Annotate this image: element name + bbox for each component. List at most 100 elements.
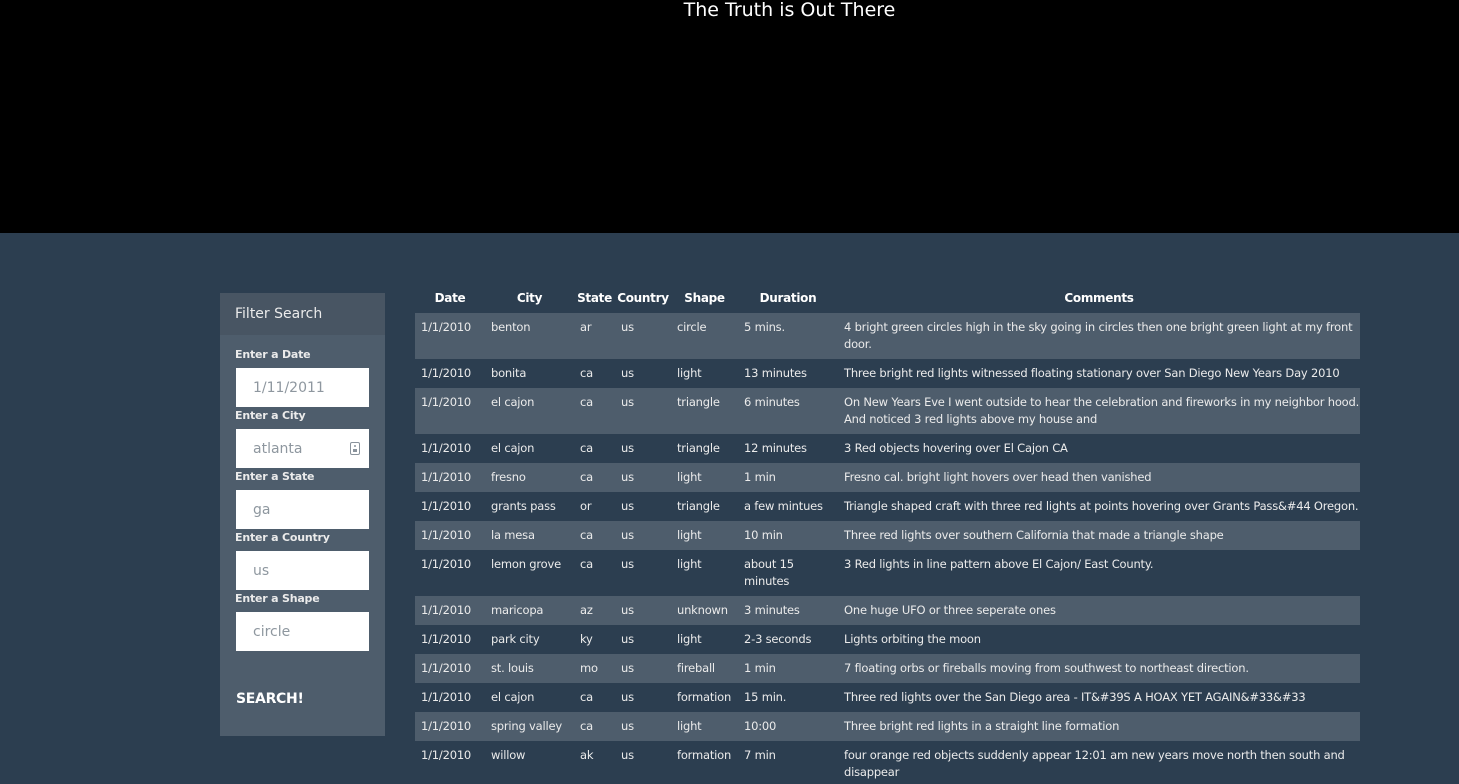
- cell-date: 1/1/2010: [421, 661, 472, 675]
- cell-state: or: [580, 499, 592, 513]
- table-row: 1/1/2010 grants pass or us triangle a few min…: [415, 492, 1360, 521]
- table-header-row: Date City State Country Shape Duration C…: [415, 283, 1360, 313]
- cell-date: 1/1/2010: [421, 528, 472, 542]
- state-input[interactable]: [236, 490, 369, 529]
- cell-country: us: [621, 661, 634, 675]
- cell-state: ca: [580, 441, 593, 455]
- cell-state: ca: [580, 557, 593, 571]
- table-row: 1/1/2010 lemon grove ca us light about 15 min…: [415, 550, 1360, 596]
- header-comments: Comments: [1064, 291, 1134, 305]
- cell-city: fresno: [491, 470, 526, 484]
- cell-state: ar: [580, 320, 592, 334]
- cell-shape: triangle: [677, 395, 720, 409]
- cell-comments: Three bright red lights witnessed floati…: [844, 366, 1340, 380]
- country-label: Enter a Country: [235, 531, 330, 544]
- cell-state: ak: [580, 748, 594, 762]
- cell-duration: 3 minutes: [744, 603, 800, 617]
- cell-duration: 6 minutes: [744, 395, 800, 409]
- cell-country: us: [621, 395, 634, 409]
- table-row: 1/1/2010 willow ak us formation 7 min four ora…: [415, 741, 1360, 784]
- header-state: State: [577, 291, 612, 305]
- table-row: 1/1/2010 el cajon ca us triangle 6 minutes On …: [415, 388, 1360, 434]
- header-duration: Duration: [759, 291, 817, 305]
- cell-duration: 1 min: [744, 470, 776, 484]
- cell-shape: formation: [677, 748, 732, 762]
- cell-state: ca: [580, 719, 593, 733]
- cell-city: el cajon: [491, 395, 535, 409]
- cell-date: 1/1/2010: [421, 748, 472, 762]
- cell-comments: On New Years Eve I went outside to hear …: [844, 395, 1360, 426]
- date-input[interactable]: [236, 368, 369, 407]
- cell-city: maricopa: [491, 603, 544, 617]
- cell-duration: 5 mins.: [744, 320, 785, 334]
- cell-shape: circle: [677, 320, 707, 334]
- cell-date: 1/1/2010: [421, 499, 472, 513]
- cell-comments: Three red lights over the San Diego area…: [844, 690, 1306, 704]
- table-row: 1/1/2010 bonita ca us light 13 minutes Three b…: [415, 359, 1360, 388]
- header-country: Country: [617, 291, 669, 305]
- country-input[interactable]: [236, 551, 369, 590]
- cell-country: us: [621, 603, 634, 617]
- shape-input[interactable]: [236, 612, 369, 651]
- table-row: 1/1/2010 maricopa az us unknown 3 minutes One …: [415, 596, 1360, 625]
- cell-city: park city: [491, 632, 540, 646]
- cell-duration: 2-3 seconds: [744, 632, 812, 646]
- cell-state: ca: [580, 366, 593, 380]
- state-label: Enter a State: [235, 470, 315, 483]
- cell-city: spring valley: [491, 719, 562, 733]
- table-row: 1/1/2010 spring valley ca us light 10:00 Three…: [415, 712, 1360, 741]
- cell-country: us: [621, 499, 634, 513]
- header-shape: Shape: [684, 291, 725, 305]
- cell-duration: 1 min: [744, 661, 776, 675]
- cell-state: ca: [580, 470, 593, 484]
- cell-date: 1/1/2010: [421, 470, 472, 484]
- cell-city: st. louis: [491, 661, 534, 675]
- cell-country: us: [621, 320, 634, 334]
- cell-city: el cajon: [491, 690, 535, 704]
- cell-shape: light: [677, 557, 702, 571]
- table-row: 1/1/2010 fresno ca us light 1 min Fresno cal. …: [415, 463, 1360, 492]
- cell-state: ca: [580, 528, 593, 542]
- table-row: 1/1/2010 benton ar us circle 5 mins. 4 bright …: [415, 313, 1360, 359]
- header-city: City: [516, 291, 543, 305]
- cell-country: us: [621, 748, 634, 762]
- table-body: 1/1/2010 benton ar us circle 5 mins. 4 bright …: [415, 313, 1360, 784]
- table-row: 1/1/2010 la mesa ca us light 10 min Three red …: [415, 521, 1360, 550]
- cell-city: el cajon: [491, 441, 535, 455]
- cell-duration: 12 minutes: [744, 441, 807, 455]
- cell-comments: Three bright red lights in a straight li…: [844, 719, 1120, 733]
- date-label: Enter a Date: [235, 348, 311, 361]
- cell-state: az: [580, 603, 593, 617]
- cell-country: us: [621, 690, 634, 704]
- cell-country: us: [621, 719, 634, 733]
- cell-comments: four orange red objects suddenly appear …: [844, 748, 1345, 779]
- cell-city: lemon grove: [491, 557, 561, 571]
- cell-shape: light: [677, 719, 702, 733]
- table-row: 1/1/2010 park city ky us light 2-3 seconds Lig…: [415, 625, 1360, 654]
- contact-card-icon[interactable]: [350, 442, 360, 455]
- cell-comments: One huge UFO or three seperate ones: [844, 603, 1056, 617]
- cell-city: bonita: [491, 366, 527, 380]
- cell-city: benton: [491, 320, 531, 334]
- cell-date: 1/1/2010: [421, 320, 472, 334]
- cell-comments: 4 bright green circles high in the sky g…: [844, 320, 1353, 351]
- cell-state: mo: [580, 661, 598, 675]
- cell-comments: 7 floating orbs or fireballs moving from…: [844, 661, 1249, 675]
- cell-date: 1/1/2010: [421, 719, 472, 733]
- search-button[interactable]: SEARCH!: [236, 691, 304, 707]
- table-row: 1/1/2010 st. louis mo us fireball 1 min 7 floa…: [415, 654, 1360, 683]
- page-title: The Truth is Out There: [683, 0, 896, 21]
- cell-shape: unknown: [677, 603, 728, 617]
- header-date: Date: [434, 291, 466, 305]
- cell-date: 1/1/2010: [421, 395, 472, 409]
- cell-comments: 3 Red lights in line pattern above El Ca…: [844, 557, 1154, 571]
- cell-country: us: [621, 528, 634, 542]
- cell-date: 1/1/2010: [421, 441, 472, 455]
- cell-duration: about 15 minutes: [744, 557, 794, 588]
- sightings-table: Date City State Country Shape Duration C…: [415, 283, 1360, 784]
- cell-duration: 7 min: [744, 748, 776, 762]
- cell-duration: 10:00: [744, 719, 777, 733]
- cell-shape: light: [677, 470, 702, 484]
- cell-country: us: [621, 470, 634, 484]
- cell-country: us: [621, 557, 634, 571]
